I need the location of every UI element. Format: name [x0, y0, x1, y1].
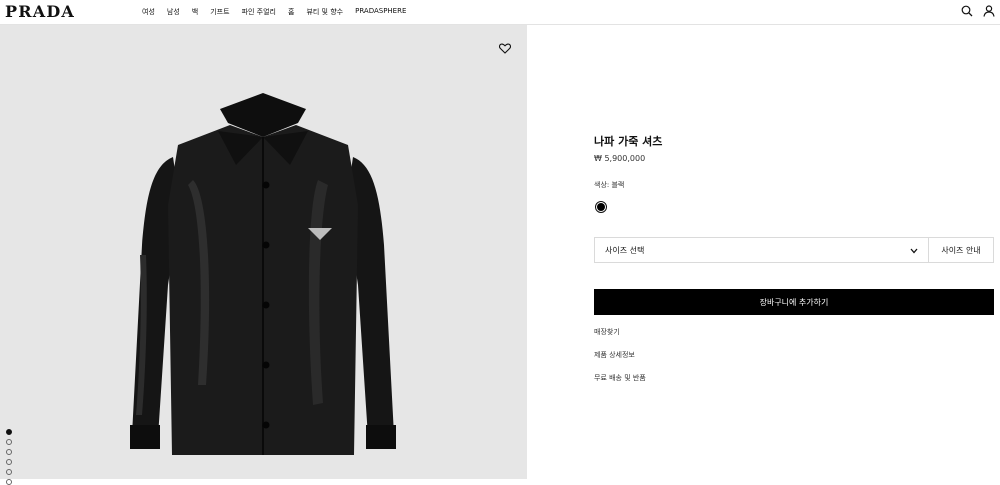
- product-price: ₩ 5,900,000: [594, 154, 646, 163]
- product-image: [130, 93, 396, 455]
- nav-item-gifts[interactable]: 기프트: [210, 7, 229, 17]
- nav-item-pradasphere[interactable]: PRADASPHERE: [355, 7, 406, 17]
- site-header: PRADA 여성 남성 백 기프트 파인 주얼리 홈 뷰티 및 향수 PRADA…: [0, 0, 1000, 25]
- size-select-label: 사이즈 선택: [605, 245, 645, 255]
- search-icon[interactable]: [961, 5, 973, 17]
- nav-item-bags[interactable]: 백: [192, 7, 198, 17]
- add-to-bag-button[interactable]: 장바구니에 추가하기: [594, 289, 994, 315]
- size-guide-button[interactable]: 사이즈 안내: [929, 237, 994, 263]
- chevron-down-icon: [910, 247, 918, 256]
- store-locator-link[interactable]: 매장찾기: [594, 327, 620, 337]
- size-select[interactable]: 사이즈 선택: [594, 237, 929, 263]
- product-details-link[interactable]: 제품 상세정보: [594, 350, 635, 360]
- gallery-dot[interactable]: [6, 459, 12, 465]
- product-gallery[interactable]: [0, 25, 527, 485]
- nav-item-beauty[interactable]: 뷰티 및 향수: [306, 7, 343, 17]
- gallery-dot[interactable]: [6, 449, 12, 455]
- nav-item-home[interactable]: 홈: [288, 7, 294, 17]
- gallery-pagination: [6, 429, 12, 485]
- gallery-dot[interactable]: [6, 479, 12, 485]
- gallery-dot[interactable]: [6, 439, 12, 445]
- nav-item-men[interactable]: 남성: [167, 7, 180, 17]
- heart-icon[interactable]: [498, 39, 512, 58]
- product-name: 나파 가죽 셔츠: [594, 135, 663, 148]
- main-nav: 여성 남성 백 기프트 파인 주얼리 홈 뷰티 및 향수 PRADASPHERE: [142, 7, 418, 17]
- user-icon[interactable]: [983, 5, 995, 17]
- nav-item-fine-jewelry[interactable]: 파인 주얼리: [242, 7, 276, 17]
- shipping-returns-link[interactable]: 무료 배송 및 반품: [594, 373, 646, 383]
- color-swatch-black[interactable]: [595, 201, 607, 213]
- gallery-dot[interactable]: [6, 469, 12, 475]
- brand-logo[interactable]: PRADA: [5, 2, 75, 21]
- gallery-dot[interactable]: [6, 429, 12, 435]
- nav-item-women[interactable]: 여성: [142, 7, 155, 17]
- color-label: 색상: 블랙: [594, 181, 625, 189]
